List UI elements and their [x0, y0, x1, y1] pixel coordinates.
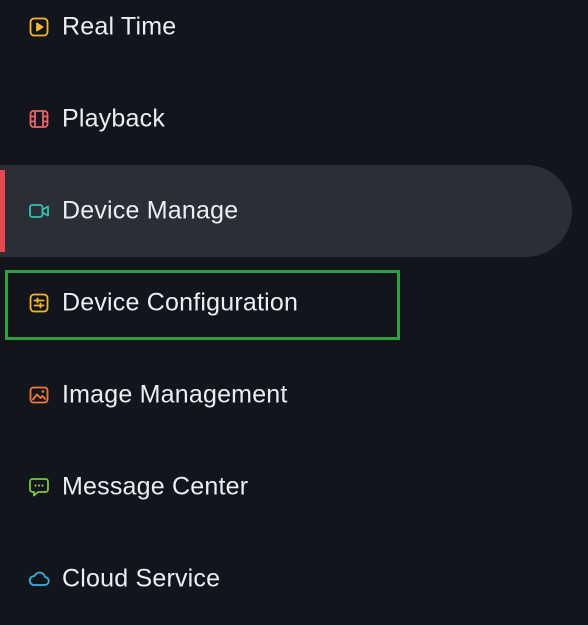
- menu-item-cloud-service[interactable]: Cloud Service: [0, 533, 572, 625]
- menu-item-label: Image Management: [62, 380, 288, 409]
- chat-bubble-icon: [28, 476, 50, 498]
- image-icon: [28, 384, 50, 406]
- film-strip-icon: [28, 108, 50, 130]
- video-camera-icon: [28, 200, 50, 222]
- menu-item-device-manage[interactable]: Device Manage: [0, 165, 572, 257]
- play-square-icon: [28, 16, 50, 38]
- menu-item-label: Device Manage: [62, 196, 239, 225]
- menu-item-label: Playback: [62, 104, 166, 133]
- menu-item-label: Real Time: [62, 12, 177, 41]
- menu-item-playback[interactable]: Playback: [0, 73, 572, 165]
- active-indicator: [0, 170, 5, 252]
- menu-item-message-center[interactable]: Message Center: [0, 441, 572, 533]
- cloud-icon: [28, 568, 50, 590]
- menu-item-device-configuration[interactable]: Device Configuration: [0, 257, 572, 349]
- menu-item-label: Device Configuration: [62, 288, 299, 317]
- side-menu: Real Time Playback Device Manage Device …: [0, 0, 588, 622]
- menu-item-label: Cloud Service: [62, 564, 221, 593]
- menu-item-label: Message Center: [62, 472, 249, 501]
- menu-item-real-time[interactable]: Real Time: [0, 0, 572, 73]
- menu-item-image-management[interactable]: Image Management: [0, 349, 572, 441]
- sliders-square-icon: [28, 292, 50, 314]
